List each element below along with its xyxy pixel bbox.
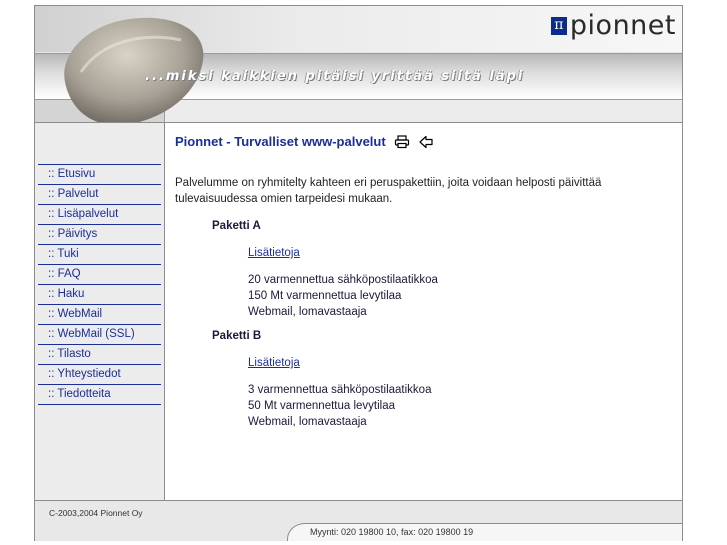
slogan-text: ...miksi kaikkien pitäisi yrittää siitä …	[145, 69, 525, 84]
nav-item-haku[interactable]: :: Haku	[38, 285, 161, 305]
feature-item: 20 varmennettua sähköpostilaatikkoa	[248, 274, 438, 286]
nav-item-etusivu[interactable]: :: Etusivu	[38, 164, 161, 185]
nav-item-palvelut[interactable]: :: Palvelut	[38, 185, 161, 205]
nav-menu: :: Etusivu :: Palvelut :: Lisäpalvelut :…	[38, 164, 161, 405]
nav-item-tiedotteita[interactable]: :: Tiedotteita	[38, 385, 161, 405]
main-content: Pionnet - Turvalliset www-palvelut Palve…	[165, 123, 682, 500]
package-b-more-link[interactable]: Lisätietoja	[248, 357, 300, 369]
pi-logo-icon: π	[550, 17, 567, 35]
nav-item-lisapalvelut[interactable]: :: Lisäpalvelut	[38, 205, 161, 225]
printer-icon[interactable]	[394, 134, 410, 149]
sidebar: :: Etusivu :: Palvelut :: Lisäpalvelut :…	[35, 123, 165, 500]
package-b-features: 3 varmennettua sähköpostilaatikkoa 50 Mt…	[248, 382, 431, 430]
nav-item-tuki[interactable]: :: Tuki	[38, 245, 161, 265]
intro-paragraph: Palvelumme on ryhmitelty kahteen eri per…	[175, 175, 635, 207]
nav-item-yhteystiedot[interactable]: :: Yhteystiedot	[38, 365, 161, 385]
feature-item: 50 Mt varmennettua levytilaa	[248, 400, 396, 412]
nav-item-paivitys[interactable]: :: Päivitys	[38, 225, 161, 245]
nav-item-webmail-ssl[interactable]: :: WebMail (SSL)	[38, 325, 161, 345]
nav-item-faq[interactable]: :: FAQ	[38, 265, 161, 285]
contact-text: Myynti: 020 19800 10, fax: 020 19800 19	[310, 527, 474, 537]
package-a-title: Paketti A	[212, 220, 261, 232]
feature-item: 150 Mt varmennettua levytilaa	[248, 290, 402, 302]
intro-line-2: tulevaisuudessa omien tarpeidesi mukaan.	[175, 193, 393, 205]
page-title: Pionnet - Turvalliset www-palvelut	[175, 134, 386, 149]
copyright-text: C-2003,2004 Pionnet Oy	[49, 508, 143, 518]
footer: C-2003,2004 Pionnet Oy Myynti: 020 19800…	[35, 500, 682, 541]
package-b-title: Paketti B	[212, 330, 262, 342]
back-arrow-icon[interactable]	[418, 135, 434, 149]
intro-line-1: Palvelumme on ryhmitelty kahteen eri per…	[175, 177, 602, 189]
package-a-more-link[interactable]: Lisätietoja	[248, 247, 300, 259]
feature-item: Webmail, lomavastaaja	[248, 306, 367, 318]
pionnet-logo: π pionnet	[550, 10, 676, 41]
feature-item: 3 varmennettua sähköpostilaatikkoa	[248, 384, 432, 396]
nav-item-webmail[interactable]: :: WebMail	[38, 305, 161, 325]
header-low-band-right	[164, 100, 682, 122]
page-frame: π pionnet ...miksi kaikkien pitäisi yrit…	[34, 5, 683, 541]
nav-item-tilasto[interactable]: :: Tilasto	[38, 345, 161, 365]
feature-item: Webmail, lomavastaaja	[248, 416, 367, 428]
package-a-features: 20 varmennettua sähköpostilaatikkoa 150 …	[248, 272, 438, 320]
stone-image	[64, 17, 204, 122]
title-row: Pionnet - Turvalliset www-palvelut	[175, 134, 434, 149]
logo-wordmark: pionnet	[569, 10, 676, 41]
contact-bar: Myynti: 020 19800 10, fax: 020 19800 19	[287, 523, 682, 541]
header-banner: π pionnet ...miksi kaikkien pitäisi yrit…	[35, 6, 682, 122]
